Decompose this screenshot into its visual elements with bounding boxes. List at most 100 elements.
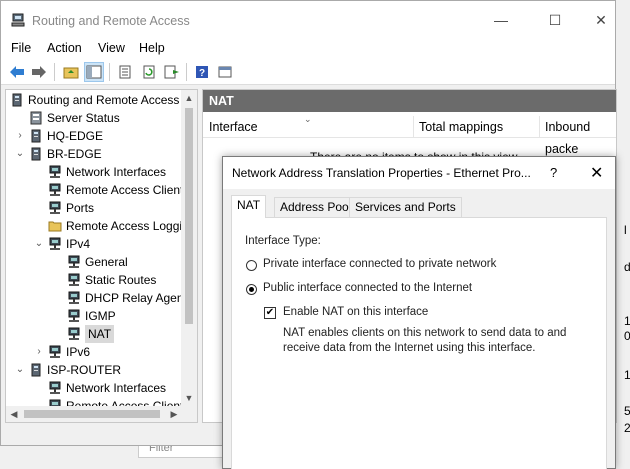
menu-action[interactable]: Action (47, 41, 82, 55)
dialog-title-bar: Network Address Translation Properties -… (223, 157, 615, 189)
scroll-thumb[interactable] (185, 108, 193, 324)
column-total-mappings[interactable]: Total mappings (413, 116, 503, 138)
toolbar-separator (54, 63, 55, 81)
bg-fragment: 1 (624, 314, 630, 328)
tree-root-rras[interactable]: Routing and Remote Access (6, 91, 186, 109)
toolbar: ? (1, 59, 615, 85)
tree-item-ipv6[interactable]: › IPv6 (6, 343, 186, 361)
tree-item-label[interactable]: HQ-EDGE (47, 127, 103, 145)
public-interface-radio[interactable] (246, 284, 257, 295)
private-interface-radio[interactable] (246, 260, 257, 271)
network-node-icon (48, 237, 62, 251)
scroll-thumb[interactable] (24, 410, 160, 418)
properties-icon[interactable] (162, 62, 182, 82)
network-node-icon (67, 255, 81, 269)
collapse-chevron-icon[interactable]: ⌄ (34, 235, 44, 253)
tab-nat[interactable]: NAT (231, 195, 267, 218)
tree-item-label[interactable]: Static Routes (85, 271, 156, 289)
tree-item-label[interactable]: IPv4 (66, 235, 90, 253)
tree-item-label[interactable]: NAT (85, 325, 115, 343)
minimize-button[interactable]: — (490, 10, 512, 30)
tree-item-label[interactable]: Remote Access Logging (66, 217, 195, 235)
dialog-help-button[interactable]: ? (550, 165, 557, 180)
tab-address-pool[interactable]: Address Pool (274, 197, 358, 217)
tree-item-label[interactable]: DHCP Relay Agent (85, 289, 187, 307)
tree-item-remote-access-logging[interactable]: Remote Access Logging (6, 217, 195, 235)
tree-item-label[interactable]: IGMP (85, 307, 116, 325)
toolbar-separator (186, 63, 187, 81)
tree-item-server-status[interactable]: Server Status (6, 109, 186, 127)
tree-item-dhcp-relay-agent[interactable]: DHCP Relay Agent (6, 289, 187, 307)
maximize-button[interactable]: ☐ (544, 10, 566, 30)
scroll-right-arrow-icon[interactable]: ▶ (166, 406, 182, 422)
scroll-left-arrow-icon[interactable]: ◀ (6, 406, 22, 422)
bg-fragment: l (624, 223, 627, 237)
tree-item-network-interfaces[interactable]: Network Interfaces (6, 163, 186, 181)
network-node-icon (67, 273, 81, 287)
expand-chevron-icon[interactable]: › (15, 127, 25, 145)
tree-item-general[interactable]: General (6, 253, 186, 271)
tree-item-remote-access-clients[interactable]: Remote Access Clients (6, 181, 189, 199)
column-inbound-packets[interactable]: Inbound packe (539, 116, 616, 156)
tree-item-label[interactable]: Remote Access Clients (66, 181, 189, 199)
sort-arrow-icon: ⌄ (304, 114, 312, 124)
scroll-down-arrow-icon[interactable]: ▼ (181, 390, 197, 406)
scroll-up-arrow-icon[interactable]: ▲ (181, 90, 197, 106)
tree-item-br-edge[interactable]: ⌄ BR-EDGE (6, 145, 186, 163)
close-button[interactable]: ✕ (590, 10, 612, 30)
public-interface-label[interactable]: Public interface connected to the Intern… (263, 282, 472, 294)
up-folder-icon[interactable] (61, 62, 81, 82)
console-icon[interactable] (215, 62, 235, 82)
menu-view[interactable]: View (98, 41, 125, 55)
menu-bar: File Action View Help (1, 39, 615, 59)
private-interface-label[interactable]: Private interface connected to private n… (263, 258, 496, 270)
expand-chevron-icon[interactable]: › (34, 343, 44, 361)
tree-item-label[interactable]: Ports (66, 199, 94, 217)
collapse-chevron-icon[interactable]: ⌄ (15, 361, 25, 379)
tree-item-nat[interactable]: NAT (6, 325, 186, 343)
tree-item-label[interactable]: Network Interfaces (66, 163, 166, 181)
tree-item-isp-router[interactable]: ⌄ ISP-ROUTER (6, 361, 186, 379)
bg-fragment: d (624, 260, 630, 274)
tree-item-network-interfaces-isp[interactable]: Network Interfaces (6, 379, 186, 397)
tree-item-hq-edge[interactable]: › HQ-EDGE (6, 127, 186, 145)
forward-icon[interactable] (29, 62, 49, 82)
dialog-close-button[interactable]: ✕ (590, 163, 603, 183)
tree-item-igmp[interactable]: IGMP (6, 307, 186, 325)
background-window-edge: l d 1 0 1 5 2 (616, 0, 630, 469)
tree-item-label[interactable]: IPv6 (66, 343, 90, 361)
console-tree[interactable]: Routing and Remote Access Server Status › H… (5, 89, 198, 423)
tree-horizontal-scrollbar[interactable]: ◀ ▶ (6, 406, 197, 422)
bg-fragment: 1 (624, 368, 630, 382)
help-icon[interactable]: ? (192, 62, 212, 82)
network-node-icon (67, 291, 81, 305)
menu-file[interactable]: File (11, 41, 31, 55)
tree-item-ipv4[interactable]: ⌄ IPv4 (6, 235, 186, 253)
tree-item-label[interactable]: General (85, 253, 128, 271)
back-icon[interactable] (7, 62, 27, 82)
title-bar: Routing and Remote Access — ☐ ✕ (1, 1, 615, 39)
tree-vertical-scrollbar[interactable]: ▲ ▼ (181, 90, 197, 406)
column-interface[interactable]: Interface (203, 116, 258, 138)
refresh-icon[interactable] (139, 62, 159, 82)
tree-item-label[interactable]: ISP-ROUTER (47, 361, 121, 379)
enable-nat-label[interactable]: Enable NAT on this interface (283, 306, 428, 318)
nat-description: NAT enables clients on this network to s… (283, 327, 567, 354)
tree-item-label[interactable]: Server Status (47, 109, 120, 127)
tree-item-ports[interactable]: Ports (6, 199, 186, 217)
menu-help[interactable]: Help (139, 41, 165, 55)
nat-properties-dialog: Network Address Translation Properties -… (222, 156, 616, 469)
enable-nat-checkbox[interactable]: ✔ (264, 307, 276, 319)
tab-services-and-ports[interactable]: Services and Ports (349, 197, 462, 217)
tree-item-label[interactable]: BR-EDGE (47, 145, 102, 163)
export-list-icon[interactable] (115, 62, 135, 82)
tree-item-label[interactable]: Network Interfaces (66, 379, 166, 397)
folder-icon (48, 219, 62, 233)
collapse-chevron-icon[interactable]: ⌄ (15, 145, 25, 163)
bg-fragment: 2 (624, 421, 630, 435)
network-node-icon (48, 201, 62, 215)
tree-item-label[interactable]: Routing and Remote Access (28, 91, 179, 109)
tree-item-static-routes[interactable]: Static Routes (6, 271, 186, 289)
rras-app-icon (11, 13, 25, 27)
show-hide-tree-icon[interactable] (84, 62, 104, 82)
